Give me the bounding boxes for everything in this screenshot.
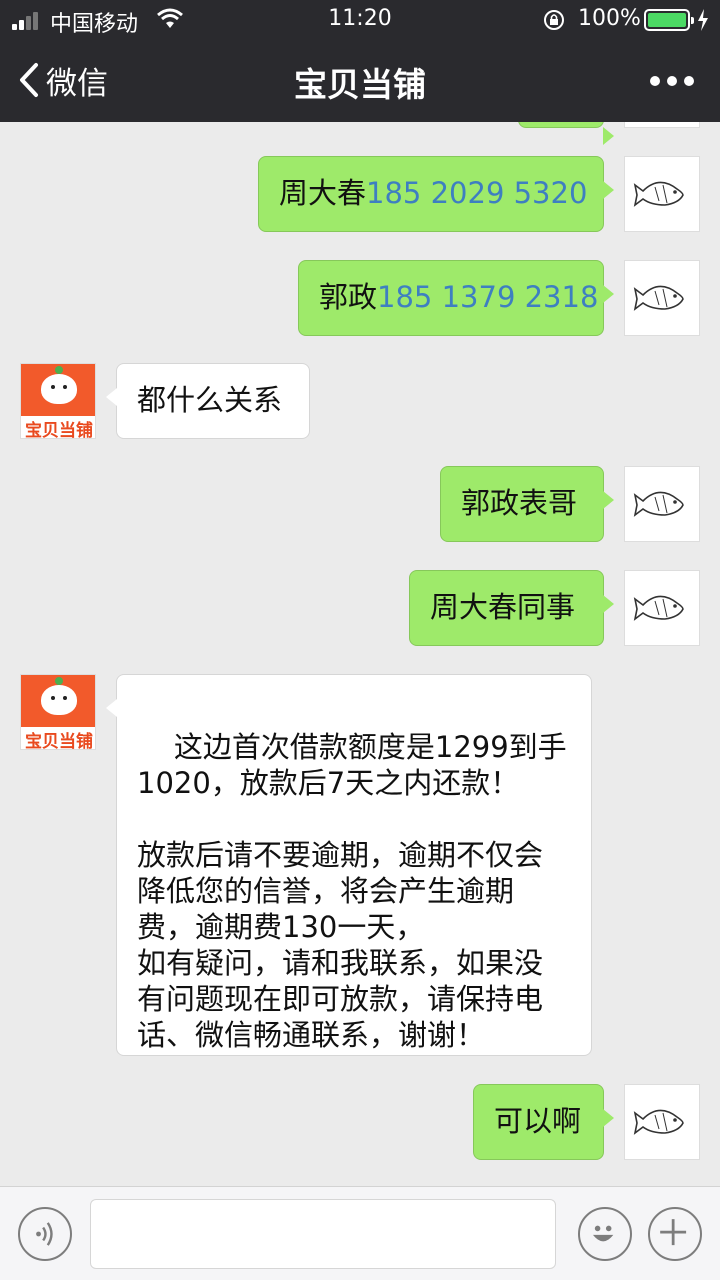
shop-avatar-label: 宝贝当铺 [25,421,93,439]
my-avatar[interactable] [624,1084,700,1160]
status-bar: 中国移动 11:20 100% [0,0,720,40]
more-options-button[interactable] [648,1207,702,1261]
message-text: 周大春同事 [430,590,576,624]
top-bar: 中国移动 11:20 100% 微信 宝贝当铺 [0,0,720,122]
rotation-lock-icon [544,10,564,30]
message-bubble[interactable]: 都什么关系 [106,363,310,439]
charging-icon [698,9,708,31]
contact-name: 郭政 [319,280,378,314]
fish-icon [633,1109,684,1135]
message-input[interactable] [90,1199,556,1269]
message-bubble[interactable]: 郭政表哥 [440,466,614,542]
page-title: 宝贝当铺 [294,65,426,104]
fish-icon [633,285,684,311]
my-avatar[interactable] [624,156,700,232]
my-avatar[interactable] [624,570,700,646]
shop-avatar[interactable]: 宝贝当铺 [20,363,96,439]
message-text: 郭政表哥 [461,486,578,520]
message-text: 可以啊 [494,1104,582,1138]
input-bar [0,1186,720,1280]
plus-icon [660,1219,687,1246]
phone-link[interactable]: 185 1379 2318 [377,280,598,314]
shop-avatar-label: 宝贝当铺 [25,732,93,750]
voice-button[interactable] [18,1207,72,1261]
emoji-icon [592,1225,614,1242]
nav-bar: 微信 宝贝当铺 [0,40,720,122]
shop-avatar[interactable]: 宝贝当铺 [20,674,96,750]
message-bubble[interactable]: 可以啊 [473,1084,614,1160]
message-bubble[interactable]: 周大春185 2029 5320 [258,156,614,232]
my-avatar[interactable] [624,466,700,542]
battery-icon [644,9,694,31]
fish-icon [633,181,684,207]
fish-icon [633,491,684,517]
fish-icon [633,595,684,621]
message-bubble[interactable]: 这边首次借款额度是1299到手 1020，放款后7天之内还款！ 放款后请不要逾期… [106,674,592,1056]
message-bubble-cropped[interactable] [518,122,614,145]
emoji-button[interactable] [578,1207,632,1261]
chat-area[interactable]: 周大春185 2029 5320 郭政185 1379 2318 宝贝当铺 都什… [0,122,720,1186]
message-bubble[interactable]: 周大春同事 [409,570,614,646]
voice-icon [36,1222,53,1246]
more-button[interactable] [650,66,694,96]
my-avatar[interactable] [624,122,700,128]
message-bubble[interactable]: 郭政185 1379 2318 [298,260,614,336]
battery-percent: 100% [578,6,641,31]
message-text: 都什么关系 [137,383,283,417]
message-text: 这边首次借款额度是1299到手 1020，放款后7天之内还款！ 放款后请不要逾期… [137,730,567,1052]
phone-link[interactable]: 185 2029 5320 [366,176,587,210]
my-avatar[interactable] [624,260,700,336]
contact-name: 周大春 [279,176,367,210]
